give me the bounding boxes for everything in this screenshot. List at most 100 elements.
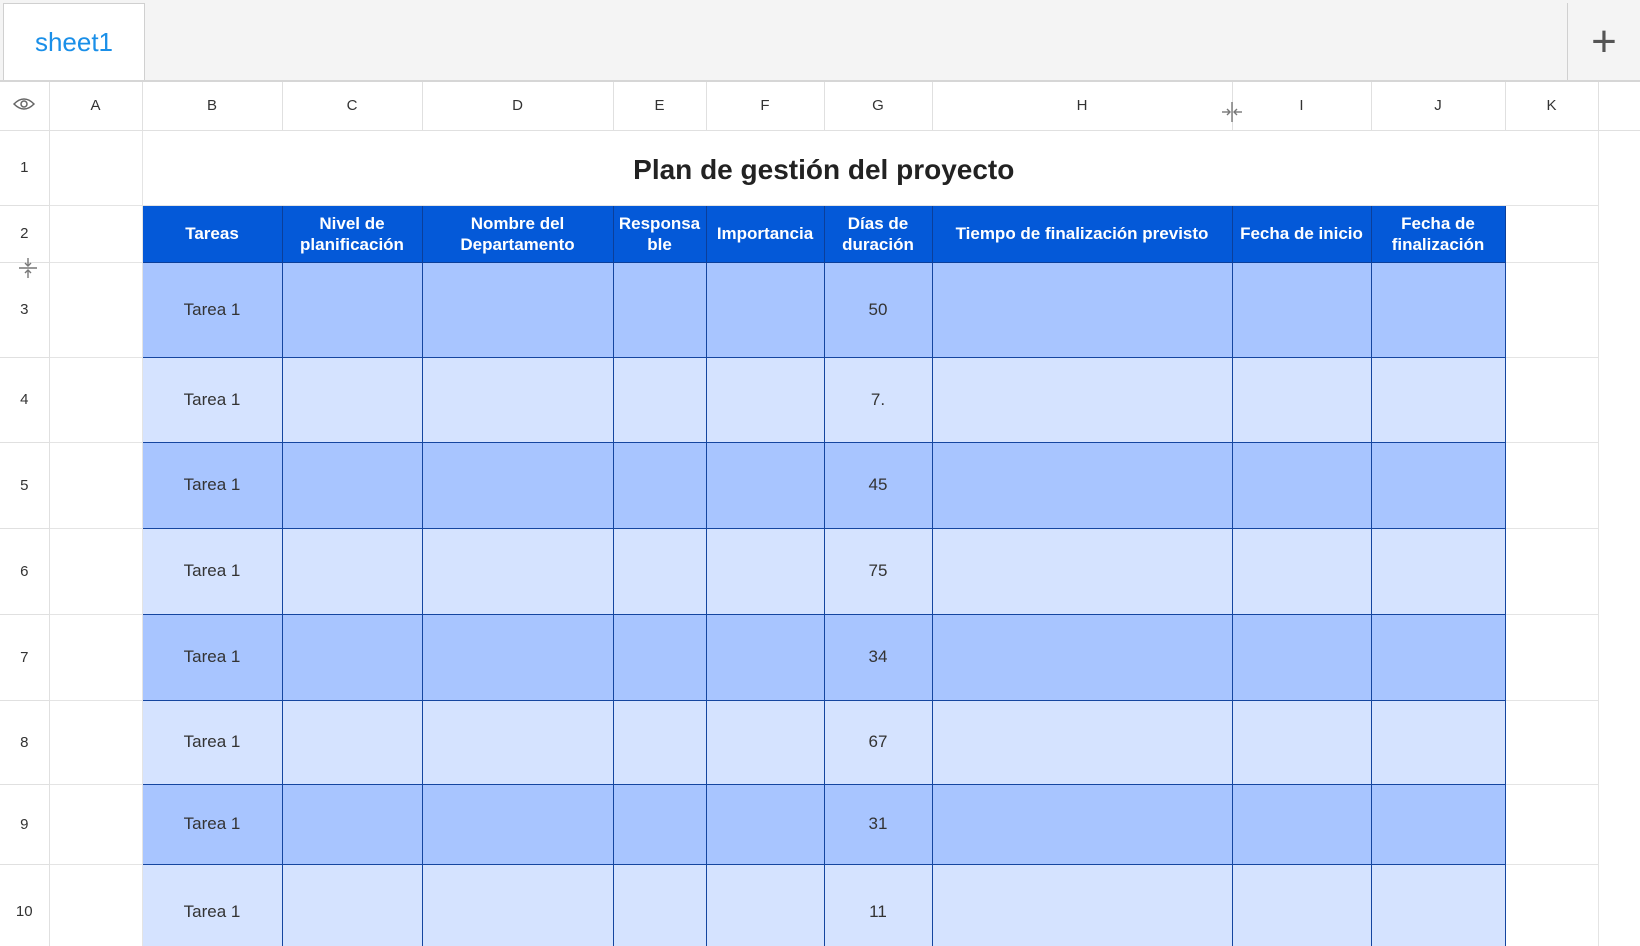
- table-cell[interactable]: [1370, 441, 1506, 529]
- row-header-10[interactable]: 10: [0, 864, 50, 946]
- table-cell[interactable]: [612, 356, 707, 443]
- cell-k4[interactable]: [1505, 357, 1599, 443]
- table-cell[interactable]: [1370, 527, 1506, 615]
- cell-a9[interactable]: [49, 784, 143, 865]
- table-cell[interactable]: Tarea 1: [141, 527, 283, 615]
- table-cell[interactable]: [1231, 527, 1372, 615]
- cell-a3[interactable]: [49, 262, 143, 358]
- table-header-cell[interactable]: Responsa ble: [612, 204, 707, 263]
- table-cell[interactable]: [1231, 783, 1372, 865]
- cell-k2[interactable]: [1505, 205, 1599, 263]
- table-cell[interactable]: [705, 863, 825, 946]
- table-cell[interactable]: [1370, 356, 1506, 443]
- table-cell[interactable]: [1370, 783, 1506, 865]
- table-cell[interactable]: [421, 441, 614, 529]
- table-cell[interactable]: [281, 441, 423, 529]
- table-cell[interactable]: 50: [823, 261, 933, 358]
- table-cell[interactable]: 45: [823, 441, 933, 529]
- table-cell[interactable]: [1370, 863, 1506, 946]
- column-resize-icon[interactable]: [1221, 100, 1243, 124]
- column-header-h[interactable]: H: [932, 82, 1233, 131]
- table-cell[interactable]: [931, 261, 1233, 358]
- row-header-5[interactable]: 5: [0, 442, 50, 529]
- cell-k8[interactable]: [1505, 700, 1599, 785]
- table-cell[interactable]: [281, 783, 423, 865]
- table-header-cell[interactable]: Fecha de inicio: [1231, 204, 1372, 263]
- table-cell[interactable]: [1231, 613, 1372, 701]
- table-cell[interactable]: [421, 527, 614, 615]
- table-cell[interactable]: [705, 527, 825, 615]
- cell-k7[interactable]: [1505, 614, 1599, 701]
- row-header-1[interactable]: 1: [0, 130, 50, 206]
- table-cell[interactable]: [281, 261, 423, 358]
- table-cell[interactable]: Tarea 1: [141, 863, 283, 946]
- cell-k3[interactable]: [1505, 262, 1599, 358]
- table-cell[interactable]: [281, 699, 423, 785]
- table-cell[interactable]: [1231, 441, 1372, 529]
- table-cell[interactable]: [705, 613, 825, 701]
- table-cell[interactable]: [1370, 261, 1506, 358]
- table-cell[interactable]: 75: [823, 527, 933, 615]
- table-cell[interactable]: [421, 863, 614, 946]
- cell-k6[interactable]: [1505, 528, 1599, 615]
- table-cell[interactable]: Tarea 1: [141, 613, 283, 701]
- cell-a10[interactable]: [49, 864, 143, 946]
- table-cell[interactable]: Tarea 1: [141, 699, 283, 785]
- row-resize-icon[interactable]: [17, 257, 39, 279]
- cell-a4[interactable]: [49, 357, 143, 443]
- cell-k5[interactable]: [1505, 442, 1599, 529]
- table-cell[interactable]: [421, 356, 614, 443]
- cell-a7[interactable]: [49, 614, 143, 701]
- column-header-g[interactable]: G: [824, 82, 933, 131]
- table-cell[interactable]: [421, 699, 614, 785]
- table-cell[interactable]: 34: [823, 613, 933, 701]
- page-title[interactable]: Plan de gestión del proyecto: [142, 130, 1505, 206]
- table-cell[interactable]: [931, 613, 1233, 701]
- add-sheet-button[interactable]: +: [1567, 3, 1640, 80]
- table-cell[interactable]: [931, 783, 1233, 865]
- table-cell[interactable]: [421, 261, 614, 358]
- cell-a2[interactable]: [49, 205, 143, 263]
- table-cell[interactable]: [1370, 699, 1506, 785]
- cell-a5[interactable]: [49, 442, 143, 529]
- table-cell[interactable]: 31: [823, 783, 933, 865]
- table-header-cell[interactable]: Fecha de finalización: [1370, 204, 1506, 263]
- table-cell[interactable]: [1231, 261, 1372, 358]
- row-header-9[interactable]: 9: [0, 784, 50, 865]
- column-header-d[interactable]: D: [422, 82, 614, 131]
- table-cell[interactable]: [1231, 356, 1372, 443]
- cell-k10[interactable]: [1505, 864, 1599, 946]
- table-cell[interactable]: 11: [823, 863, 933, 946]
- table-cell[interactable]: [931, 527, 1233, 615]
- column-header-e[interactable]: E: [613, 82, 707, 131]
- table-cell[interactable]: [612, 527, 707, 615]
- table-cell[interactable]: Tarea 1: [141, 783, 283, 865]
- table-cell[interactable]: [281, 527, 423, 615]
- cell-a8[interactable]: [49, 700, 143, 785]
- column-header-b[interactable]: B: [142, 82, 283, 131]
- table-cell[interactable]: [281, 356, 423, 443]
- row-header-7[interactable]: 7: [0, 614, 50, 701]
- table-cell[interactable]: [931, 441, 1233, 529]
- table-cell[interactable]: [705, 261, 825, 358]
- row-header-8[interactable]: 8: [0, 700, 50, 785]
- table-cell[interactable]: [281, 863, 423, 946]
- cell-a1[interactable]: [49, 130, 143, 206]
- table-header-cell[interactable]: Nombre del Departamento: [421, 204, 614, 263]
- cell-a6[interactable]: [49, 528, 143, 615]
- column-header-i[interactable]: I: [1232, 82, 1372, 131]
- toggle-visibility-button[interactable]: [0, 82, 50, 131]
- table-cell[interactable]: [705, 441, 825, 529]
- table-cell[interactable]: [1231, 863, 1372, 946]
- table-cell[interactable]: [931, 699, 1233, 785]
- table-cell[interactable]: Tarea 1: [141, 261, 283, 358]
- table-cell[interactable]: [612, 699, 707, 785]
- column-header-k[interactable]: K: [1505, 82, 1599, 131]
- table-cell[interactable]: [281, 613, 423, 701]
- row-header-6[interactable]: 6: [0, 528, 50, 615]
- table-cell[interactable]: [612, 261, 707, 358]
- column-header-c[interactable]: C: [282, 82, 423, 131]
- table-cell[interactable]: [1370, 613, 1506, 701]
- table-cell[interactable]: [612, 783, 707, 865]
- table-cell[interactable]: [612, 441, 707, 529]
